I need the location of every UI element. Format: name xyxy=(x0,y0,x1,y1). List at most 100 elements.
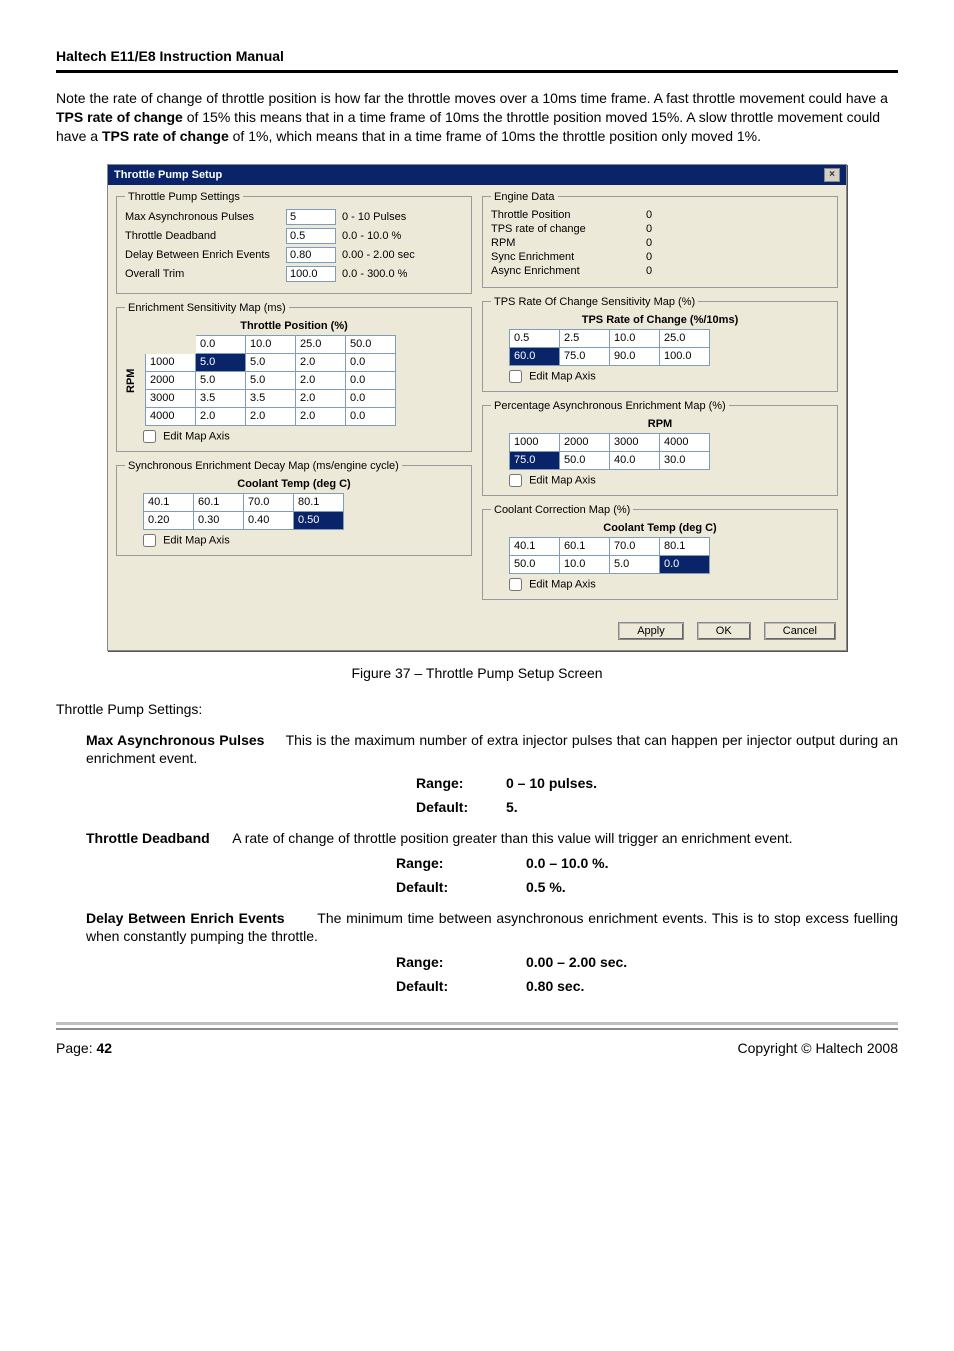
coolant-corr-group: Coolant Correction Map (%) Coolant Temp … xyxy=(482,504,838,600)
map-cell[interactable]: 0.20 xyxy=(144,511,194,529)
enrich-sens-table[interactable]: 0.010.025.050.010005.05.02.00.020005.05.… xyxy=(145,335,396,426)
delay-default: Default: 0.80 sec. xyxy=(56,978,898,994)
ok-button[interactable]: OK xyxy=(697,622,751,640)
map-col-header[interactable]: 80.1 xyxy=(294,493,344,511)
map-cell[interactable]: 0.30 xyxy=(194,511,244,529)
map-col-header[interactable]: 0.0 xyxy=(196,335,246,353)
map-cell[interactable]: 0.40 xyxy=(244,511,294,529)
map-cell[interactable]: 3.5 xyxy=(246,389,296,407)
apply-button[interactable]: Apply xyxy=(618,622,684,640)
settings-label: Delay Between Enrich Events xyxy=(125,249,280,261)
map-cell[interactable]: 40.0 xyxy=(610,451,660,469)
map-row-header[interactable]: 3000 xyxy=(146,389,196,407)
map-cell[interactable]: 0.0 xyxy=(346,389,396,407)
coolant-corr-sub: Coolant Temp (deg C) xyxy=(491,522,829,534)
tps-sens-table[interactable]: 0.52.510.025.0 60.075.090.0100.0 xyxy=(509,329,710,366)
map-cell[interactable]: 2.0 xyxy=(296,407,346,425)
footer-copyright: Copyright © Haltech 2008 xyxy=(737,1040,898,1056)
map-cell[interactable]: 0.0 xyxy=(346,407,396,425)
map-cell[interactable]: 75.0 xyxy=(560,347,610,365)
map-cell[interactable]: 5.0 xyxy=(610,555,660,573)
throttle-pump-settings-group: Throttle Pump Settings Max Asynchronous … xyxy=(116,191,472,294)
intro-text-3: of 1%, which means that in a time frame … xyxy=(233,128,761,144)
settings-label: Overall Trim xyxy=(125,268,280,280)
map-cell[interactable]: 0.0 xyxy=(660,555,710,573)
map-cell[interactable]: 2.0 xyxy=(296,371,346,389)
map-col-header[interactable]: 3000 xyxy=(610,433,660,451)
map-cell[interactable]: 100.0 xyxy=(660,347,710,365)
map-col-header[interactable]: 40.1 xyxy=(144,493,194,511)
async-enrich-edit-axis-check[interactable] xyxy=(509,474,522,487)
delay-range: Range: 0.00 – 2.00 sec. xyxy=(56,954,898,970)
sync-decay-edit-axis-check[interactable] xyxy=(143,534,156,547)
engine-label: TPS rate of change xyxy=(491,223,646,235)
async-enrich-legend: Percentage Asynchronous Enrichment Map (… xyxy=(491,400,729,412)
sync-decay-sub: Coolant Temp (deg C) xyxy=(125,478,463,490)
deadband-default: Default: 0.5 %. xyxy=(56,879,898,895)
map-cell[interactable]: 90.0 xyxy=(610,347,660,365)
map-cell[interactable]: 5.0 xyxy=(246,353,296,371)
map-col-header[interactable]: 40.1 xyxy=(510,537,560,555)
enrich-sens-edit-axis-label: Edit Map Axis xyxy=(163,430,230,442)
sync-decay-table[interactable]: 40.160.170.080.1 0.200.300.400.50 xyxy=(143,493,344,530)
map-col-header[interactable]: 1000 xyxy=(510,433,560,451)
map-col-header[interactable]: 10.0 xyxy=(246,335,296,353)
map-row-header[interactable]: 4000 xyxy=(146,407,196,425)
map-cell[interactable]: 30.0 xyxy=(660,451,710,469)
map-cell[interactable]: 50.0 xyxy=(510,555,560,573)
map-col-header[interactable]: 25.0 xyxy=(296,335,346,353)
enrich-sens-vlabel: RPM xyxy=(125,335,141,426)
map-cell[interactable]: 5.0 xyxy=(246,371,296,389)
tps-sens-edit-axis-check[interactable] xyxy=(509,370,522,383)
map-cell[interactable]: 60.0 xyxy=(510,347,560,365)
close-button[interactable]: × xyxy=(824,168,840,182)
map-cell[interactable]: 10.0 xyxy=(560,555,610,573)
deadband-range-label: Range: xyxy=(396,855,526,871)
settings-label: Max Asynchronous Pulses xyxy=(125,211,280,223)
map-col-header[interactable]: 4000 xyxy=(660,433,710,451)
map-cell[interactable]: 0.0 xyxy=(346,371,396,389)
map-col-header[interactable]: 25.0 xyxy=(660,329,710,347)
map-cell[interactable]: 50.0 xyxy=(560,451,610,469)
coolant-corr-table[interactable]: 40.160.170.080.1 50.010.05.00.0 xyxy=(509,537,710,574)
map-cell[interactable]: 0.50 xyxy=(294,511,344,529)
engine-value: 0 xyxy=(646,265,652,277)
coolant-corr-edit-axis-check[interactable] xyxy=(509,578,522,591)
map-col-header[interactable]: 10.0 xyxy=(610,329,660,347)
engine-value: 0 xyxy=(646,209,652,221)
map-col-header[interactable]: 80.1 xyxy=(660,537,710,555)
map-cell[interactable]: 75.0 xyxy=(510,451,560,469)
enrich-sensitivity-group: Enrichment Sensitivity Map (ms) Throttle… xyxy=(116,302,472,452)
map-col-header[interactable]: 2.5 xyxy=(560,329,610,347)
async-enrich-table[interactable]: 1000200030004000 75.050.040.030.0 xyxy=(509,433,710,470)
map-cell[interactable]: 0.0 xyxy=(346,353,396,371)
settings-input[interactable] xyxy=(286,209,336,225)
map-cell[interactable]: 5.0 xyxy=(196,371,246,389)
settings-row: Throttle Deadband0.0 - 10.0 % xyxy=(125,228,463,244)
delay-default-label: Default: xyxy=(396,978,526,994)
map-col-header[interactable]: 70.0 xyxy=(244,493,294,511)
settings-input[interactable] xyxy=(286,266,336,282)
figure-caption: Figure 37 – Throttle Pump Setup Screen xyxy=(56,665,898,681)
map-row-header[interactable]: 2000 xyxy=(146,371,196,389)
map-col-header[interactable]: 60.1 xyxy=(560,537,610,555)
map-cell[interactable]: 5.0 xyxy=(196,353,246,371)
map-col-header[interactable]: 50.0 xyxy=(346,335,396,353)
intro-bold-2: TPS rate of change xyxy=(102,128,229,144)
coolant-corr-legend: Coolant Correction Map (%) xyxy=(491,504,633,516)
map-cell[interactable]: 2.0 xyxy=(196,407,246,425)
map-col-header[interactable]: 0.5 xyxy=(510,329,560,347)
map-cell[interactable]: 3.5 xyxy=(196,389,246,407)
cancel-button[interactable]: Cancel xyxy=(764,622,836,640)
map-cell[interactable]: 2.0 xyxy=(246,407,296,425)
map-col-header[interactable]: 60.1 xyxy=(194,493,244,511)
map-cell[interactable]: 2.0 xyxy=(296,389,346,407)
map-col-header[interactable]: 2000 xyxy=(560,433,610,451)
map-cell[interactable]: 2.0 xyxy=(296,353,346,371)
enrich-sens-edit-axis-check[interactable] xyxy=(143,430,156,443)
settings-input[interactable] xyxy=(286,247,336,263)
map-row-header[interactable]: 1000 xyxy=(146,353,196,371)
delay-default-val: 0.80 sec. xyxy=(526,978,584,994)
map-col-header[interactable]: 70.0 xyxy=(610,537,660,555)
settings-input[interactable] xyxy=(286,228,336,244)
